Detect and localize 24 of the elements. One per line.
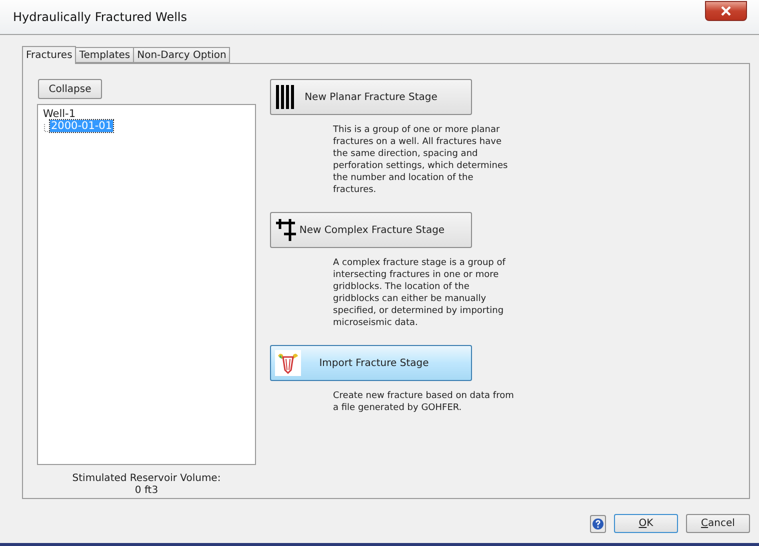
dialog-button[interactable]: Cancel xyxy=(686,514,750,533)
stage-button[interactable]: New Complex Fracture Stage xyxy=(270,212,472,248)
stage-description: This is a group of one or more planar fractures on a well. All fractures have the same direction, spacing and perforation settings, which determines the number and location of the fractures. xyxy=(333,124,509,196)
close-button[interactable] xyxy=(705,1,747,21)
tab[interactable]: Non-Darcy Option xyxy=(133,47,230,63)
window-title: Hydraulically Fractured Wells xyxy=(13,10,188,24)
close-icon xyxy=(720,6,732,16)
stage-description: A complex fracture stage is a group of intersecting fractures in one or more gridblocks. The location of the gridblocks can either be manually specified, or determined by importing microseismic data. xyxy=(333,257,506,329)
fracture-logo-icon xyxy=(275,350,301,376)
vertical-bars-icon xyxy=(275,85,295,109)
tab[interactable]: Templates xyxy=(75,47,134,63)
stage-button[interactable]: Import Fracture Stage xyxy=(270,345,472,381)
help-icon xyxy=(592,518,604,530)
collapse-button[interactable]: Collapse xyxy=(38,79,102,99)
help-button[interactable] xyxy=(590,514,606,532)
tab[interactable]: Fractures xyxy=(22,46,76,64)
dialog-button[interactable]: OK xyxy=(614,514,678,533)
crossed-lines-icon xyxy=(275,219,297,241)
volume-label: Stimulated Reservoir Volume: xyxy=(72,473,221,484)
stage-description: Create new fracture based on data from a file generated by GOHFER. xyxy=(333,390,515,414)
tree-connector-icon xyxy=(44,124,50,132)
tree-item[interactable]: Well-1 xyxy=(42,108,77,120)
stage-button[interactable]: New Planar Fracture Stage xyxy=(270,79,472,115)
volume-value: 0 ft3 xyxy=(134,485,158,496)
